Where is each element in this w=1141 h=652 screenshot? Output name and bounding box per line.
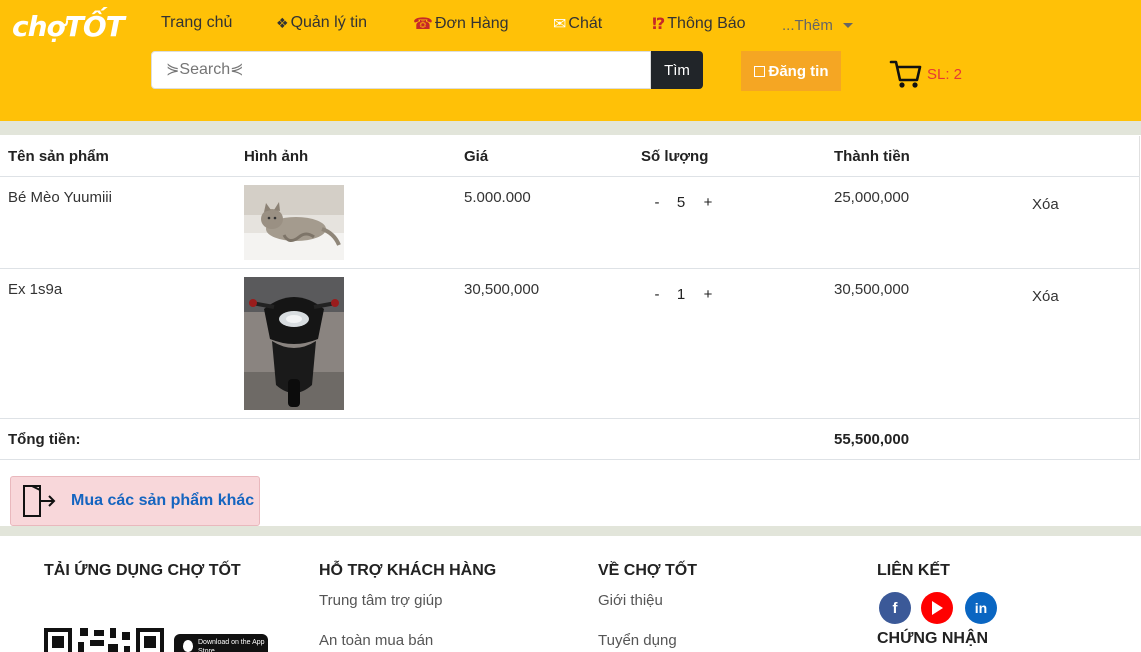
footer-link-about[interactable]: Giới thiệu (598, 592, 663, 609)
footer-support-column: HỖ TRỢ KHÁCH HÀNG (319, 562, 496, 580)
exclamation-question-icon: ⁉ (652, 16, 666, 33)
header-total: Thành tiền (834, 148, 910, 165)
youtube-icon[interactable] (921, 592, 953, 624)
decrease-button[interactable]: - (648, 286, 666, 303)
remove-link[interactable]: Xóa (1032, 196, 1059, 213)
nav-manage-posts[interactable]: ❖ Quản lý tin (276, 14, 367, 32)
line-total: 30,500,000 (834, 281, 910, 298)
table-row: Bé Mèo Yuumiii 5.000.000 - 5 + 25,000,00… (0, 177, 1140, 269)
nav-home-label: Trang chủ (161, 14, 233, 31)
line-total: 25,000,000 (834, 189, 910, 206)
separator (0, 526, 1141, 536)
nav-home[interactable]: Trang chủ (161, 14, 232, 32)
quantity-value: 1 (676, 286, 686, 303)
increase-button[interactable]: + (696, 286, 720, 303)
nav-orders[interactable]: ☎ Đơn Hàng (413, 14, 509, 34)
nav-more-label: ...Thêm (782, 17, 833, 34)
quantity-stepper: - 5 + (648, 194, 720, 211)
square-icon (753, 65, 765, 77)
app-store-label: Download on the App Store (198, 639, 265, 652)
header-price: Giá (464, 148, 489, 165)
post-listing-label: Đăng tin (768, 62, 829, 80)
logo[interactable]: chợTỐT (12, 10, 125, 43)
product-name: Ex 1s9a (8, 281, 63, 298)
cart-count: SL: 2 (927, 65, 963, 83)
increase-button[interactable]: + (696, 194, 720, 211)
shopping-cart-icon (889, 60, 922, 88)
facebook-icon[interactable]: f (879, 592, 911, 624)
nav-chat-label: Chát (568, 15, 603, 32)
product-price: 30,500,000 (464, 281, 540, 298)
product-name: Bé Mèo Yuumiii (8, 189, 112, 206)
continue-shopping-label: Mua các sản phẩm khác (71, 492, 255, 509)
nav-more-dropdown[interactable]: ...Thêm (782, 17, 853, 34)
nav-notifications[interactable]: ⁉ Thông Báo (652, 14, 746, 34)
footer-app-title: TẢI ỨNG DỤNG CHỢ TỐT (44, 562, 241, 579)
total-value: 55,500,000 (834, 431, 910, 448)
apple-icon (183, 640, 193, 652)
linkedin-icon[interactable]: in (965, 592, 997, 624)
caret-down-icon (842, 23, 853, 28)
nav-orders-label: Đơn Hàng (434, 15, 509, 32)
table-header-row: Tên sản phẩm Hình ảnh Giá Số lượng Thành… (0, 136, 1140, 177)
footer-link-help-center[interactable]: Trung tâm trợ giúp (319, 592, 443, 609)
footer-cert-title: CHỨNG NHẬN (877, 630, 989, 647)
header-quantity: Số lượng (641, 148, 709, 165)
header-product-name: Tên sản phẩm (8, 148, 109, 165)
footer-links-column: LIÊN KẾT (877, 562, 950, 580)
app-store-badge[interactable]: Download on the App Store (174, 634, 268, 652)
nav-manage-posts-label: Quản lý tin (290, 14, 368, 31)
footer-app-column: TẢI ỨNG DỤNG CHỢ TỐT (44, 562, 241, 580)
telephone-icon: ☎ (413, 16, 433, 33)
cart-table: Tên sản phẩm Hình ảnh Giá Số lượng Thành… (0, 136, 1140, 460)
footer-links-title: LIÊN KẾT (877, 562, 950, 579)
nav-notifications-label: Thông Báo (667, 15, 746, 32)
product-price: 5.000.000 (464, 189, 531, 206)
search-button[interactable]: Tìm (651, 51, 703, 89)
nav-chat[interactable]: ✉ Chát (553, 14, 602, 34)
footer-about-title: VỀ CHỢ TỐT (598, 562, 697, 579)
search-box (151, 51, 651, 89)
continue-shopping-button[interactable]: Mua các sản phẩm khác (10, 476, 260, 526)
search-input[interactable] (152, 52, 650, 88)
quantity-stepper: - 1 + (648, 286, 720, 303)
footer-about-column: VỀ CHỢ TỐT (598, 562, 697, 580)
exit-door-icon (23, 485, 56, 517)
post-listing-button[interactable]: Đăng tin (741, 51, 841, 91)
remove-link[interactable]: Xóa (1032, 288, 1059, 305)
table-row: Ex 1s9a 30,500,000 - 1 + 30,500,000 Xóa (0, 269, 1140, 419)
header: chợTỐT Trang chủ ❖ Quản lý tin ☎ Đơn Hàn… (0, 0, 1141, 121)
diamond-icon: ❖ (276, 14, 289, 31)
cart[interactable]: SL: 2 (889, 58, 962, 90)
header-image: Hình ảnh (244, 148, 309, 165)
total-label: Tổng tiền: (8, 431, 81, 448)
product-image-cat[interactable] (244, 185, 344, 260)
footer-link-safe-trading[interactable]: An toàn mua bán (319, 632, 433, 649)
separator (0, 121, 1141, 135)
footer-link-careers[interactable]: Tuyển dụng (598, 632, 677, 649)
envelope-icon: ✉ (553, 16, 567, 33)
total-row: Tổng tiền: 55,500,000 (0, 419, 1140, 460)
quantity-value: 5 (676, 194, 686, 211)
qr-code (44, 628, 164, 652)
footer-support-title: HỖ TRỢ KHÁCH HÀNG (319, 562, 497, 579)
decrease-button[interactable]: - (648, 194, 666, 211)
product-image-motorbike[interactable] (244, 277, 344, 410)
